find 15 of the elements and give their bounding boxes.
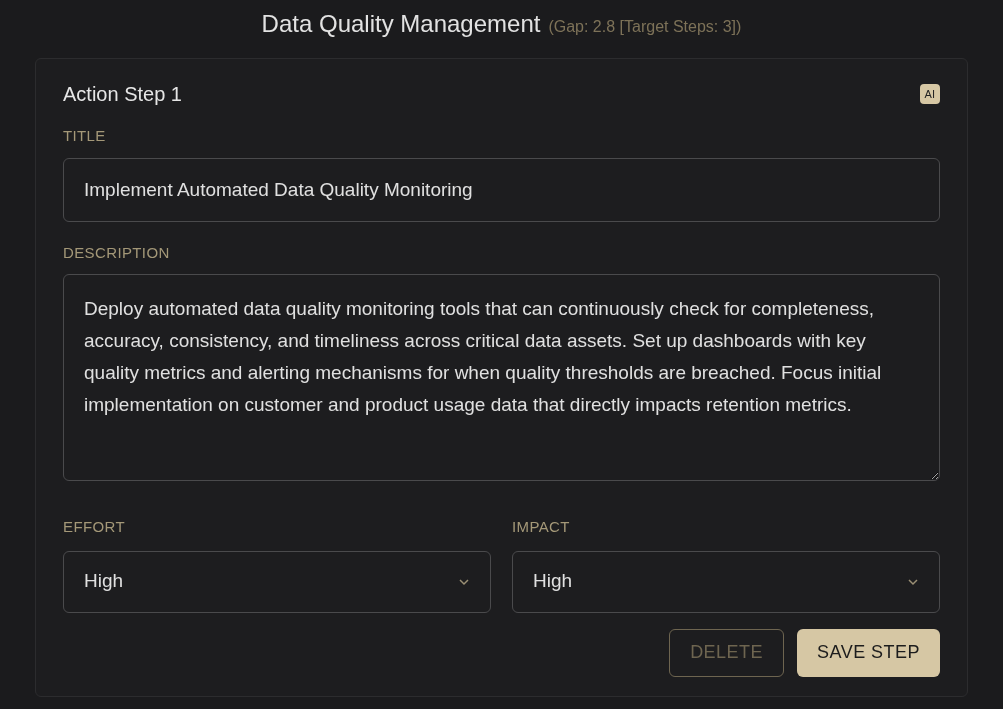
field-label: TITLE xyxy=(63,126,107,146)
chevron-down-icon xyxy=(907,577,919,586)
title-input[interactable]: Implement Automated Data Quality Monitoring xyxy=(63,157,940,222)
field-label: DESCRIPTION xyxy=(63,242,171,263)
page-title: Data Quality Management xyxy=(261,9,541,39)
select-dropdown[interactable]: High xyxy=(512,550,940,613)
page-subtitle: (Gap: 2.8 [Target Steps: 3]) xyxy=(548,17,742,37)
field-label: EFFORT xyxy=(63,517,126,537)
select-dropdown[interactable]: High xyxy=(63,550,491,613)
chevron-down-icon xyxy=(458,577,470,586)
ai-badge: AI xyxy=(919,83,940,105)
description-textarea[interactable]: Deploy automated data quality monitoring tools that can continuously check for completeness, accuracy, consistency, and timeliness across critical data assets. Set up dashboards with key quality metrics and alerting mechanisms for when quality thresholds are breached. Focus initial implementation on customer and product usage data that directly impacts retention metrics. xyxy=(63,274,940,481)
field-label: IMPACT xyxy=(512,517,571,537)
step-heading: Action Step 1 xyxy=(63,82,182,107)
save-button[interactable]: SAVE STEP xyxy=(797,628,940,677)
